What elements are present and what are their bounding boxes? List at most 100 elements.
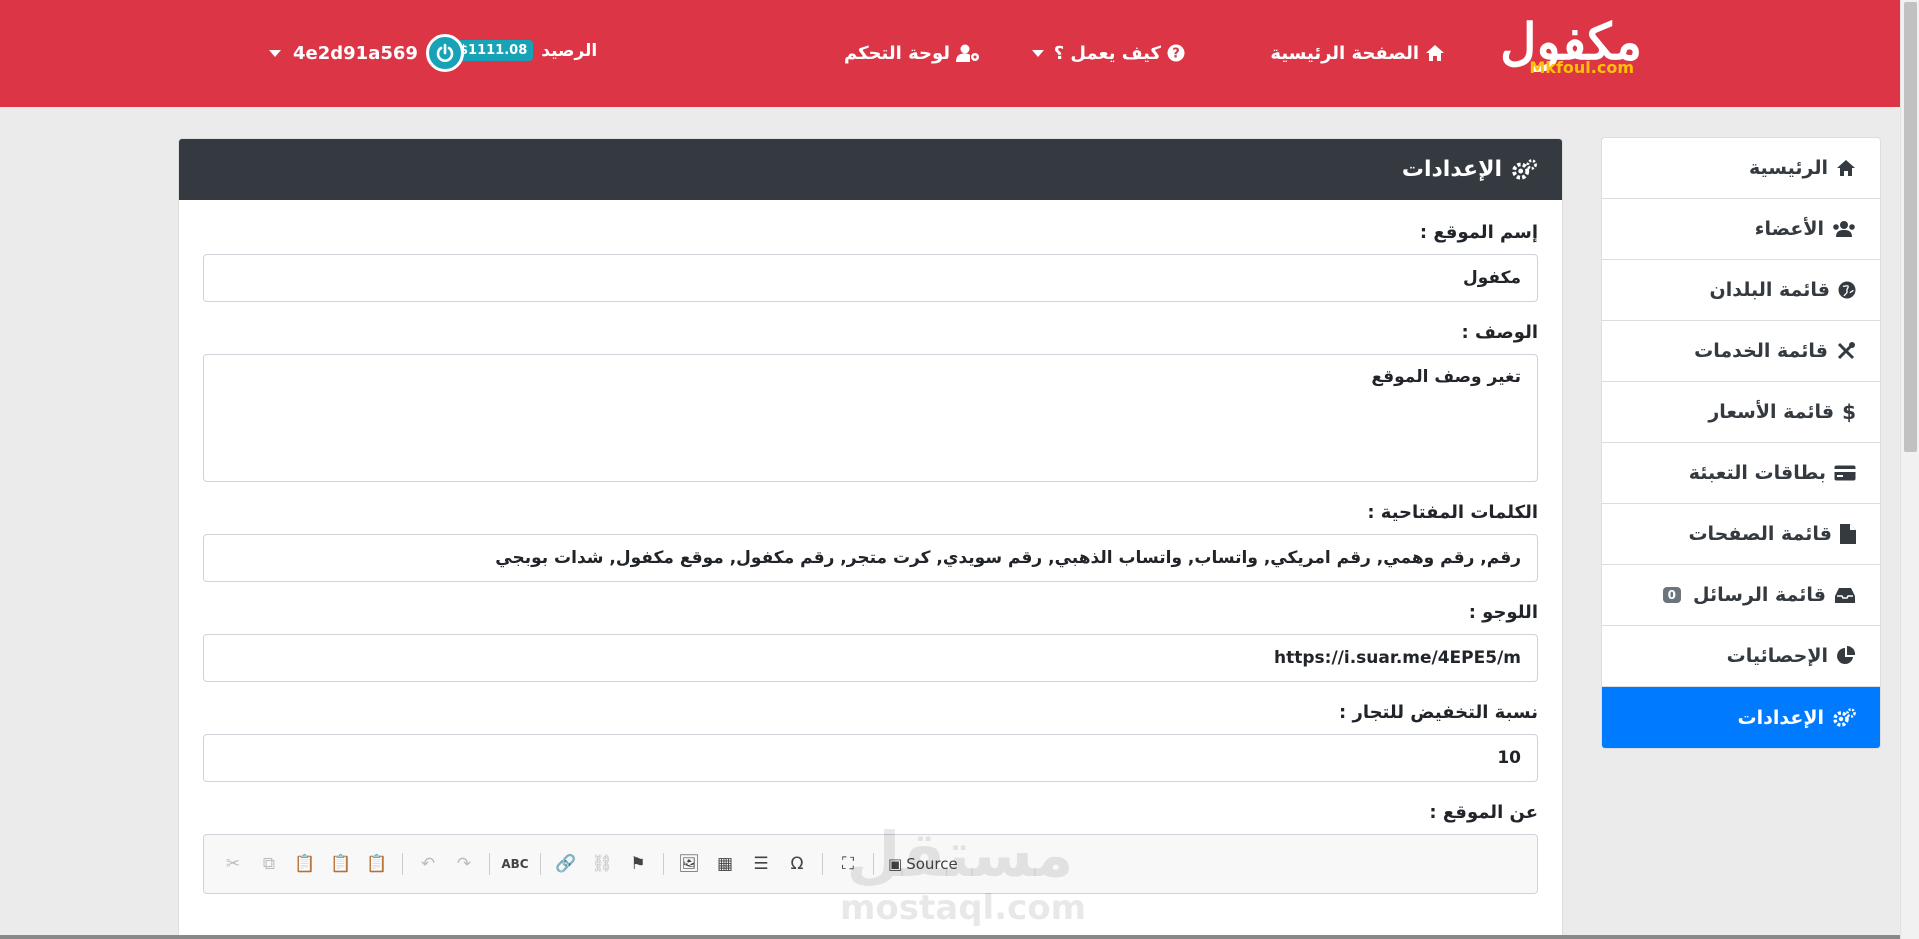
chevron-down-icon [269,49,281,57]
sidebar-item-prices[interactable]: $ قائمة الأسعار [1602,382,1880,443]
logo-url-input[interactable] [203,634,1538,682]
description-textarea[interactable]: تغير وصف الموقع [203,354,1538,482]
nav-dashboard-link[interactable]: لوحة التحكم [844,38,980,68]
discount-label: نسبة التخفيض للتجار : [1339,702,1538,723]
paste-word-icon[interactable]: 📋 [366,853,388,875]
page-scrollbar[interactable] [1900,0,1919,939]
question-circle-icon: ? [1167,44,1185,62]
keywords-label: الكلمات المفتاحية : [1367,502,1538,523]
sidebar-item-home[interactable]: الرئيسية [1602,138,1880,199]
sidebar-item-pages[interactable]: قائمة الصفحات [1602,504,1880,565]
toolbar-divider [402,853,403,875]
about-group: عن الموقع : ✂ ⧉ 📋 📋 📋 ↶ ↷ ABC 🔗 ⛓ ⚑ 🖼 ▦ [203,802,1538,894]
keywords-input[interactable] [203,534,1538,582]
paste-icon[interactable]: 📋 [294,853,316,875]
sidebar-item-label: قائمة الأسعار [1708,401,1835,423]
description-group: الوصف : تغير وصف الموقع [203,322,1538,482]
top-navbar: مكفول Mkfoul.com الصفحة الرئيسية ? كيف ي… [0,0,1900,107]
link-icon[interactable]: 🔗 [555,853,577,875]
discount-input[interactable] [203,734,1538,782]
user-cog-icon [956,44,980,62]
source-icon: ▣ [888,855,903,873]
paste-text-icon[interactable]: 📋 [330,853,352,875]
toolbar-divider [540,853,541,875]
nav-how-label: كيف يعمل ؟ [1053,42,1161,64]
home-icon [1836,159,1856,177]
bottom-edge [0,935,1900,939]
toolbar-divider [489,853,490,875]
nav-home-label: الصفحة الرئيسية [1270,42,1419,64]
sidebar-item-countries[interactable]: قائمة البلدان [1602,260,1880,321]
site-logo[interactable]: مكفول Mkfoul.com [1490,14,1642,84]
site-name-input[interactable] [203,254,1538,302]
toolbar-divider [663,853,664,875]
sidebar-item-services[interactable]: قائمة الخدمات [1602,321,1880,382]
admin-sidebar: الرئيسية الأعضاء قائمة البلدان قائمة الخ… [1601,137,1881,749]
nav-dashboard-label: لوحة التحكم [843,42,950,64]
about-label: عن الموقع : [1429,802,1538,823]
image-icon[interactable]: 🖼 [678,853,700,875]
source-button[interactable]: ▣ Source [888,855,958,873]
chevron-down-icon [1031,49,1044,57]
logo-group: اللوجو : [203,602,1538,682]
nav-home-link[interactable]: الصفحة الرئيسية [1270,38,1445,68]
balance-label: الرصيد [541,40,598,61]
user-menu-dropdown[interactable]: 4e2d91a569 [265,34,464,72]
inbox-icon [1834,586,1856,604]
cut-icon[interactable]: ✂ [222,853,244,875]
tools-icon [1836,341,1856,361]
messages-count-badge: 0 [1662,587,1682,603]
special-char-icon[interactable]: Ω [786,853,808,875]
table-icon[interactable]: ▦ [714,853,736,875]
settings-card: الإعدادات إسم الموقع : الوصف : تغير وصف … [178,138,1563,939]
sidebar-item-settings[interactable]: الإعدادات [1602,687,1880,748]
globe-icon [1838,281,1856,299]
undo-icon[interactable]: ↶ [417,853,439,875]
sidebar-item-label: الرئيسية [1749,157,1828,179]
horizontal-line-icon[interactable]: ☰ [750,853,772,875]
sidebar-item-label: قائمة الخدمات [1694,340,1828,362]
discount-group: نسبة التخفيض للتجار : [203,702,1538,782]
settings-card-header: الإعدادات [179,139,1562,200]
description-label: الوصف : [1461,322,1538,343]
copy-icon[interactable]: ⧉ [258,853,280,875]
page-title: الإعدادات [1401,157,1502,182]
file-icon [1840,524,1856,544]
anchor-flag-icon[interactable]: ⚑ [627,853,649,875]
sidebar-item-label: قائمة الصفحات [1688,523,1832,545]
pie-chart-icon [1836,646,1856,666]
cogs-icon [1832,707,1856,728]
sidebar-item-label: قائمة البلدان [1709,279,1830,301]
logo-english-text: Mkfoul.com [1529,58,1634,77]
credit-card-icon [1834,465,1856,481]
cogs-icon [1510,158,1538,181]
balance-display: الرصيد $1111.08 [453,40,597,61]
keywords-group: الكلمات المفتاحية : [203,502,1538,582]
sidebar-item-statistics[interactable]: الإحصائيات [1602,626,1880,687]
source-label: Source [906,855,958,873]
sidebar-item-messages[interactable]: قائمة الرسائل 0 [1602,565,1880,626]
balance-badge: $1111.08 [453,40,534,61]
spellcheck-icon[interactable]: ABC [501,853,528,875]
site-name-label: إسم الموقع : [1419,222,1538,243]
logo-label: اللوجو : [1468,602,1538,623]
sidebar-item-members[interactable]: الأعضاء [1602,199,1880,260]
sidebar-item-label: الإعدادات [1737,706,1824,729]
power-icon[interactable] [425,34,464,72]
dollar-icon: $ [1842,400,1856,424]
settings-form: إسم الموقع : الوصف : تغير وصف الموقع الك… [179,200,1562,894]
scrollbar-thumb[interactable] [1904,2,1917,452]
svg-text:?: ? [1172,47,1180,62]
nav-how-it-works-dropdown[interactable]: ? كيف يعمل ؟ [1028,38,1185,68]
rich-text-editor-toolbar: ✂ ⧉ 📋 📋 📋 ↶ ↷ ABC 🔗 ⛓ ⚑ 🖼 ▦ ☰ Ω ⛶ ▣ Sour… [203,834,1538,894]
sidebar-item-label: بطاقات التعبئة [1688,462,1826,484]
redo-icon[interactable]: ↷ [453,853,475,875]
site-name-group: إسم الموقع : [203,222,1538,302]
sidebar-item-recharge-cards[interactable]: بطاقات التعبئة [1602,443,1880,504]
sidebar-item-label: الإحصائيات [1726,645,1828,667]
sidebar-item-label: الأعضاء [1754,218,1824,240]
toolbar-divider [822,853,823,875]
unlink-icon[interactable]: ⛓ [591,853,613,875]
sidebar-item-label: قائمة الرسائل [1693,584,1826,606]
maximize-icon[interactable]: ⛶ [837,853,859,875]
